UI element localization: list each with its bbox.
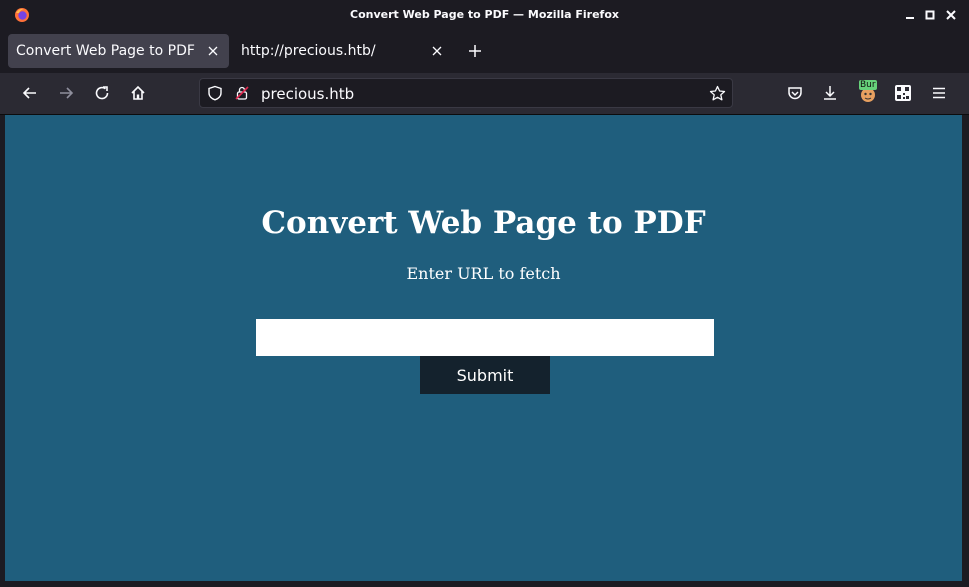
reload-icon[interactable] <box>93 84 111 102</box>
bookmark-star-icon[interactable] <box>709 85 726 102</box>
hamburger-menu-icon[interactable] <box>930 84 948 102</box>
minimize-window-icon[interactable] <box>903 8 917 22</box>
close-window-icon[interactable] <box>944 8 958 22</box>
download-icon[interactable] <box>821 84 839 102</box>
window-titlebar: Convert Web Page to PDF — Mozilla Firefo… <box>0 0 969 30</box>
navigation-toolbar: precious.htb Bur <box>0 73 969 115</box>
submit-button[interactable]: Submit <box>420 356 550 394</box>
close-tab-icon[interactable] <box>431 45 443 57</box>
insecure-lock-icon[interactable] <box>234 85 250 101</box>
burp-extension-icon[interactable]: Bur <box>858 80 878 103</box>
page-title: Convert Web Page to PDF <box>261 205 706 241</box>
tab-label: Convert Web Page to PDF <box>16 43 195 59</box>
tab-label: http://precious.htb/ <box>241 43 376 59</box>
forward-arrow-icon[interactable] <box>57 84 75 102</box>
qr-code-icon[interactable] <box>894 84 912 102</box>
page-subtitle: Enter URL to fetch <box>406 264 561 283</box>
tab-active[interactable]: Convert Web Page to PDF <box>8 34 229 68</box>
close-tab-icon[interactable] <box>207 45 219 57</box>
window-title: Convert Web Page to PDF — Mozilla Firefo… <box>350 8 619 21</box>
tab-strip: Convert Web Page to PDF http://precious.… <box>0 30 969 73</box>
address-bar[interactable]: precious.htb <box>199 78 733 108</box>
tracking-protection-shield-icon[interactable] <box>207 85 223 101</box>
home-icon[interactable] <box>129 84 147 102</box>
url-input[interactable] <box>256 319 714 356</box>
url-text[interactable]: precious.htb <box>261 85 354 103</box>
new-tab-icon[interactable] <box>467 43 483 59</box>
pocket-icon[interactable] <box>786 84 804 102</box>
back-arrow-icon[interactable] <box>21 84 39 102</box>
maximize-window-icon[interactable] <box>923 8 937 22</box>
extension-badge: Bur <box>859 80 877 90</box>
tab-inactive[interactable]: http://precious.htb/ <box>229 34 453 68</box>
page-content: Convert Web Page to PDF Enter URL to fet… <box>5 115 962 581</box>
